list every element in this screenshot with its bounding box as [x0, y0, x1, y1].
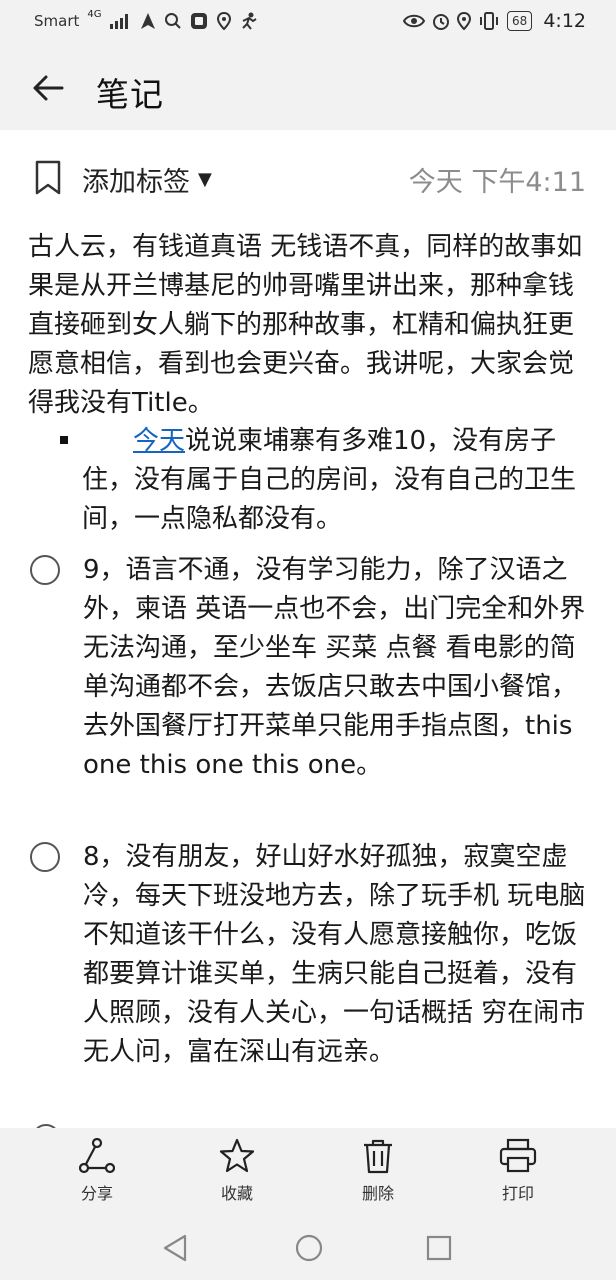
delete-button[interactable]: 删除 [333, 1138, 423, 1204]
status-bar: Smart 4G 68 4:12 [0, 0, 616, 46]
note-meta-row: 添加标签 ▼ 今天 下午4:11 [0, 150, 616, 206]
todo-item: 8，没有朋友，好山好水好孤独，寂寞空虚冷，每天下班没地方去，除了玩手机 玩电脑 … [30, 838, 590, 1108]
bookmark-icon[interactable] [34, 160, 62, 196]
print-button[interactable]: 打印 [473, 1138, 563, 1204]
delete-label: 删除 [361, 1184, 394, 1203]
add-tag-label: 添加标签 [82, 167, 190, 198]
print-label: 打印 [501, 1184, 534, 1203]
todo-checkbox[interactable] [30, 842, 60, 872]
nav-back-icon[interactable] [160, 1233, 190, 1263]
status-left: Smart 4G [34, 8, 258, 30]
app-icon [190, 13, 207, 29]
note-date: 今天 下午4:11 [408, 167, 586, 198]
note-paragraph[interactable]: 古人云，有钱道真语 无钱语不真，同样的故事如果是从开兰博基尼的帅哥嘴里讲出来，那… [28, 228, 598, 423]
back-arrow-icon[interactable] [28, 68, 68, 108]
carrier-label: Smart [34, 12, 80, 30]
app-header: 笔记 [0, 46, 616, 130]
share-icon [79, 1138, 115, 1174]
trash-icon [364, 1139, 392, 1174]
share-label: 分享 [80, 1184, 113, 1203]
share-button[interactable]: 分享 [52, 1138, 142, 1204]
caret-down-icon: ▼ [198, 169, 212, 190]
gps-icon [457, 12, 472, 30]
add-tag-button[interactable]: 添加标签 ▼ [82, 160, 212, 199]
page-title: 笔记 [96, 75, 164, 114]
search-icon [164, 13, 181, 29]
todo-checkbox[interactable] [30, 555, 60, 585]
todo-text[interactable]: 9，语言不通，没有学习能力，除了汉语之外，柬语 英语一点也不会，出门完全和外界无… [83, 551, 593, 785]
nav-recent-icon[interactable] [426, 1235, 452, 1261]
vibrate-icon [480, 12, 499, 30]
todo-text[interactable]: 8，没有朋友，好山好水好孤独，寂寞空虚冷，每天下班没地方去，除了玩手机 玩电脑 … [83, 838, 593, 1072]
favorite-button[interactable]: 收藏 [192, 1138, 282, 1204]
nav-home-icon[interactable] [294, 1233, 324, 1263]
printer-icon [499, 1138, 537, 1173]
clock: 4:12 [543, 10, 586, 32]
star-icon [219, 1138, 255, 1173]
date-link[interactable]: 今天 [133, 426, 185, 456]
alarm-icon [433, 14, 450, 30]
location-icon [216, 12, 231, 30]
bottom-toolbar: 分享 收藏 删除 打印 [0, 1128, 616, 1216]
todo-item: 9，语言不通，没有学习能力，除了汉语之外，柬语 英语一点也不会，出门完全和外界无… [30, 551, 590, 821]
battery-indicator: 68 [507, 11, 533, 31]
system-nav-bar [0, 1216, 616, 1280]
signal-icon [109, 14, 128, 29]
eye-icon [403, 14, 426, 28]
network-label: 4G [87, 8, 102, 20]
favorite-label: 收藏 [220, 1184, 253, 1203]
navigation-icon [140, 13, 155, 29]
activity-icon [241, 12, 257, 30]
bullet-text-block: 今天说说柬埔寨有多难10，没有房子住，没有属于自己的房间，没有自己的卫生间，一点… [82, 422, 590, 539]
status-right: 68 4:12 [403, 10, 586, 32]
bullet-marker [60, 436, 68, 444]
